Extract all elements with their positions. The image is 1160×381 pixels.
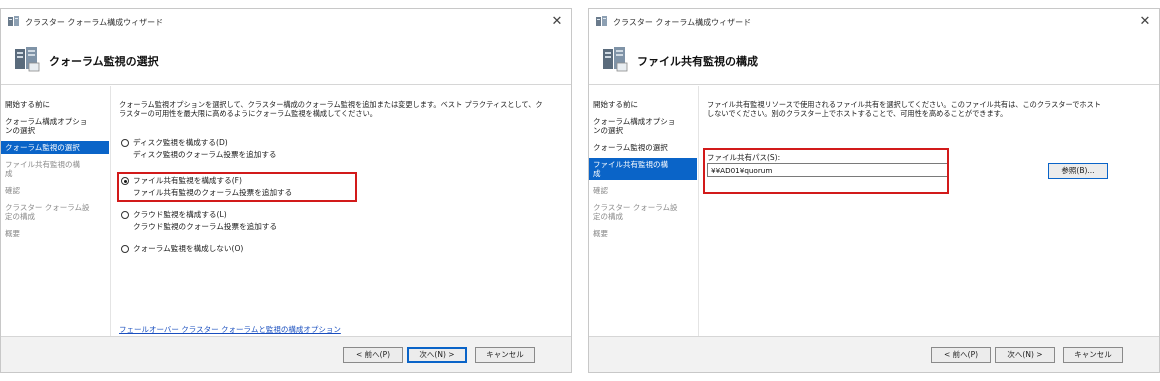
- description-text: クォーラム監視オプションを選択して、クラスター構成のクォーラム監視を追加または変…: [119, 100, 543, 118]
- nav-step-summary: 概要: [593, 229, 608, 238]
- nav-step-summary: 概要: [5, 229, 20, 238]
- option-description: クラウド監視のクォーラム投票を追加する: [133, 222, 278, 231]
- wizard-header: クォーラム監視の選択: [1, 35, 571, 85]
- nav-step-confirmation: 確認: [593, 186, 608, 195]
- browse-button[interactable]: 参照(B)...: [1048, 163, 1108, 179]
- radio-no-witness[interactable]: [121, 245, 129, 253]
- close-icon[interactable]: ✕: [547, 12, 567, 32]
- nav-step-configure-cluster-quorum: クラスター クォーラム設 定の構成: [593, 203, 678, 221]
- title-bar: クラスター クォーラム構成ウィザード ✕: [589, 9, 1159, 35]
- page-title: ファイル共有監視の構成: [637, 55, 758, 68]
- nav-step-select-quorum-witness[interactable]: クォーラム監視の選択: [1, 141, 109, 154]
- back-button[interactable]: < 前へ(P): [931, 347, 991, 363]
- option-label: ディスク監視を構成する(D): [133, 138, 228, 147]
- wizard-content: ファイル共有監視リソースで使用されるファイル共有を選択してください。このファイル…: [698, 86, 1159, 336]
- wizard-window-file-share-witness-config: クラスター クォーラム構成ウィザード ✕ ファイル共有監視の構成 開始する前に …: [588, 8, 1160, 373]
- wizard-steps-nav: 開始する前に クォーラム構成オプショ ンの選択 クォーラム監視の選択 ファイル共…: [1, 86, 109, 336]
- back-button[interactable]: < 前へ(P): [343, 347, 403, 363]
- nav-step-quorum-config-option[interactable]: クォーラム構成オプショ ンの選択: [589, 115, 697, 137]
- page-title: クォーラム監視の選択: [49, 55, 159, 68]
- window-title: クラスター クォーラム構成ウィザード: [613, 18, 752, 27]
- nav-step-configure-file-share-witness: ファイル共有監視の構 成: [5, 160, 80, 178]
- wizard-window-quorum-witness-selection: クラスター クォーラム構成ウィザード ✕ クォーラム監視の選択 開始する前に ク…: [0, 8, 572, 373]
- title-bar: クラスター クォーラム構成ウィザード ✕: [1, 9, 571, 35]
- wizard-header: ファイル共有監視の構成: [589, 35, 1159, 85]
- nav-step-before-you-begin[interactable]: 開始する前に: [1, 98, 109, 111]
- option-label: クォーラム監視を構成しない(O): [133, 244, 244, 253]
- highlight-box: [117, 172, 357, 202]
- nav-step-quorum-config-option[interactable]: クォーラム構成オプショ ンの選択: [1, 115, 109, 137]
- option-description: ディスク監視のクォーラム投票を追加する: [133, 150, 277, 159]
- cluster-server-icon: [15, 47, 40, 72]
- nav-step-before-you-begin[interactable]: 開始する前に: [589, 98, 697, 111]
- nav-step-configure-cluster-quorum: クラスター クォーラム設 定の構成: [5, 203, 90, 221]
- cluster-server-icon: [603, 47, 628, 72]
- window-title: クラスター クォーラム構成ウィザード: [25, 18, 164, 27]
- radio-cloud-witness[interactable]: [121, 211, 129, 219]
- cluster-app-icon: [596, 16, 607, 26]
- wizard-footer: < 前へ(P) 次へ(N) > キャンセル: [589, 336, 1159, 372]
- nav-step-select-quorum-witness[interactable]: クォーラム監視の選択: [589, 141, 697, 154]
- wizard-footer: < 前へ(P) 次へ(N) > キャンセル: [1, 336, 571, 372]
- close-icon[interactable]: ✕: [1135, 12, 1155, 32]
- wizard-steps-nav: 開始する前に クォーラム構成オプショ ンの選択 クォーラム監視の選択 ファイル共…: [589, 86, 697, 336]
- description-text: ファイル共有監視リソースで使用されるファイル共有を選択してください。このファイル…: [707, 100, 1101, 118]
- radio-disk-witness[interactable]: [121, 139, 129, 147]
- nav-step-confirmation: 確認: [5, 186, 20, 195]
- wizard-content: クォーラム監視オプションを選択して、クラスター構成のクォーラム監視を追加または変…: [110, 86, 571, 336]
- next-button[interactable]: 次へ(N) >: [407, 347, 467, 363]
- help-link[interactable]: フェールオーバー クラスター クォーラムと監視の構成オプション: [119, 324, 341, 335]
- cancel-button[interactable]: キャンセル: [475, 347, 535, 363]
- next-button[interactable]: 次へ(N) >: [995, 347, 1055, 363]
- highlight-box: [703, 148, 949, 194]
- option-label: クラウド監視を構成する(L): [133, 210, 227, 219]
- cancel-button[interactable]: キャンセル: [1063, 347, 1123, 363]
- cluster-app-icon: [8, 16, 19, 26]
- nav-step-configure-file-share-witness[interactable]: ファイル共有監視の構 成: [589, 158, 697, 180]
